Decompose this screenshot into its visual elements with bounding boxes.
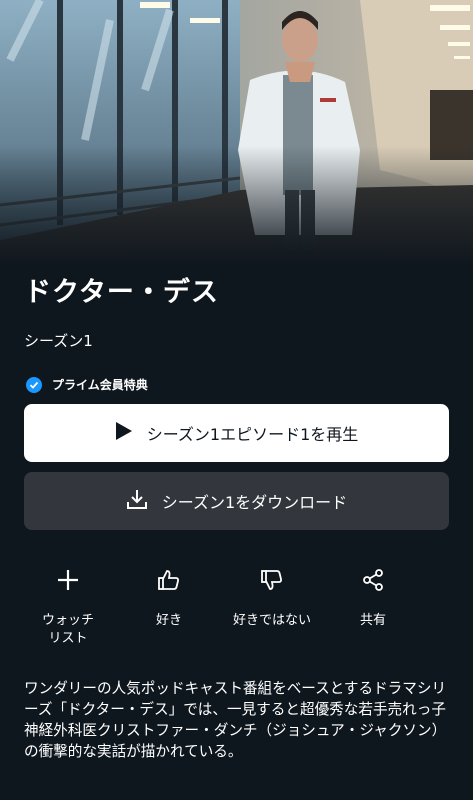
play-episode-button[interactable]: シーズン1エピソード1を再生 <box>24 404 449 462</box>
share-icon <box>318 562 428 598</box>
show-title: ドクター・デス <box>24 277 219 308</box>
hero-image <box>0 0 473 265</box>
watchlist-label: ウォッチ リスト <box>41 613 94 646</box>
dislike-label: 好きではない <box>232 613 311 628</box>
dislike-button[interactable]: 好きではない <box>217 562 327 630</box>
like-button[interactable]: 好き <box>114 562 224 630</box>
prime-badge-label: プライム会員特典 <box>52 378 148 392</box>
download-season-label: シーズン1をダウンロード <box>161 493 348 512</box>
like-label: 好き <box>155 613 182 628</box>
watchlist-button[interactable]: ウォッチ リスト <box>13 562 123 648</box>
share-button[interactable]: 共有 <box>318 562 428 630</box>
season-label: シーズン1 <box>24 332 93 350</box>
plus-icon <box>13 562 123 598</box>
synopsis: ワンダリーの人気ポッドキャスト番組をベースとするドラマシリーズ「ドクター・デス」… <box>24 680 447 760</box>
download-icon <box>126 488 148 514</box>
thumbs-up-icon <box>114 562 224 598</box>
play-episode-label: シーズン1エピソード1を再生 <box>146 425 359 444</box>
checkmark-icon <box>26 376 42 393</box>
play-icon <box>115 421 133 445</box>
download-season-button[interactable]: シーズン1をダウンロード <box>24 472 449 530</box>
share-label: 共有 <box>359 613 386 628</box>
thumbs-down-icon <box>217 562 327 598</box>
prime-badge: プライム会員特典 <box>26 376 148 393</box>
